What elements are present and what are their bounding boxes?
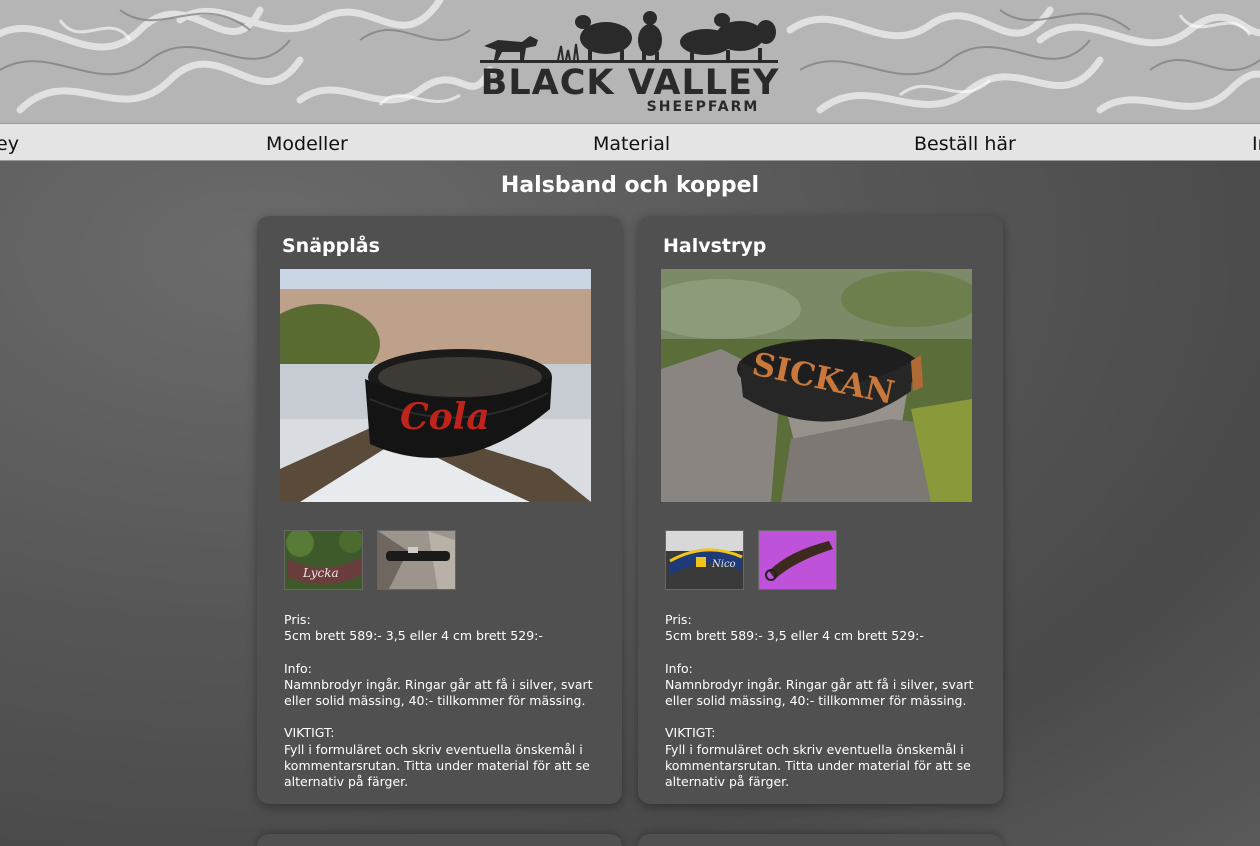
nav-item-material[interactable]: Material xyxy=(593,133,670,155)
product-card-next-left xyxy=(257,834,622,846)
important-text: Fyll i formuläret och skriv eventuella ö… xyxy=(665,741,971,789)
info-label: Info: xyxy=(284,660,312,676)
product-title: Snäpplås xyxy=(282,235,380,257)
product-thumbnail-2[interactable] xyxy=(377,530,456,590)
product-info-text: Pris: 5cm brett 589:- 3,5 eller 4 cm bre… xyxy=(665,612,995,790)
price-text: 5cm brett 589:- 3,5 eller 4 cm brett 529… xyxy=(665,628,924,644)
nav-item-modeller[interactable]: Modeller xyxy=(266,133,348,155)
photo-embroidery-text: Cola xyxy=(400,396,490,438)
brand-logo[interactable]: BLACK VALLEY SHEEPFARM xyxy=(478,6,782,118)
logo-title: BLACK VALLEY xyxy=(480,63,780,103)
product-info-text: Pris: 5cm brett 589:- 3,5 eller 4 cm bre… xyxy=(284,612,614,790)
logo-subtitle: SHEEPFARM xyxy=(646,99,760,115)
main-navigation: ey Modeller Material Beställ här In xyxy=(0,123,1260,161)
product-card-halvstryp: Halvstryp SICKAN Nico Pris: 5cm brett 58… xyxy=(638,216,1003,804)
page-title: Halsband och koppel xyxy=(500,173,760,198)
important-label: VIKTIGT: xyxy=(284,725,335,741)
important-text: Fyll i formuläret och skriv eventuella ö… xyxy=(284,741,590,789)
info-text: Namnbrodyr ingår. Ringar går att få i si… xyxy=(284,676,593,708)
thumbnail-embroidery-text: Lycka xyxy=(302,566,339,580)
info-text: Namnbrodyr ingår. Ringar går att få i si… xyxy=(665,676,974,708)
product-card-next-right xyxy=(638,834,1003,846)
nav-item-bestall-har[interactable]: Beställ här xyxy=(914,133,1016,155)
header-banner: BLACK VALLEY SHEEPFARM xyxy=(0,0,1260,123)
price-text: 5cm brett 589:- 3,5 eller 4 cm brett 529… xyxy=(284,628,543,644)
thumbnail-embroidery-text: Nico xyxy=(711,559,736,570)
product-title: Halvstryp xyxy=(663,235,767,257)
nav-item-black-valley[interactable]: ey xyxy=(0,133,19,155)
nav-item-info[interactable]: In xyxy=(1252,133,1260,155)
info-label: Info: xyxy=(665,660,693,676)
product-thumbnail-1[interactable]: Lycka xyxy=(284,530,363,590)
product-thumbnail-2[interactable] xyxy=(758,530,837,590)
price-label: Pris: xyxy=(665,612,692,627)
product-main-photo[interactable]: Cola xyxy=(280,269,591,502)
important-label: VIKTIGT: xyxy=(665,725,716,741)
price-label: Pris: xyxy=(284,612,311,627)
product-thumbnail-1[interactable]: Nico xyxy=(665,530,744,590)
product-card-snapplas: Snäpplås Cola Lycka Pris: 5cm brett 589:… xyxy=(257,216,622,804)
sheep-silhouette-icon xyxy=(480,11,778,63)
product-main-photo[interactable]: SICKAN xyxy=(661,269,972,502)
